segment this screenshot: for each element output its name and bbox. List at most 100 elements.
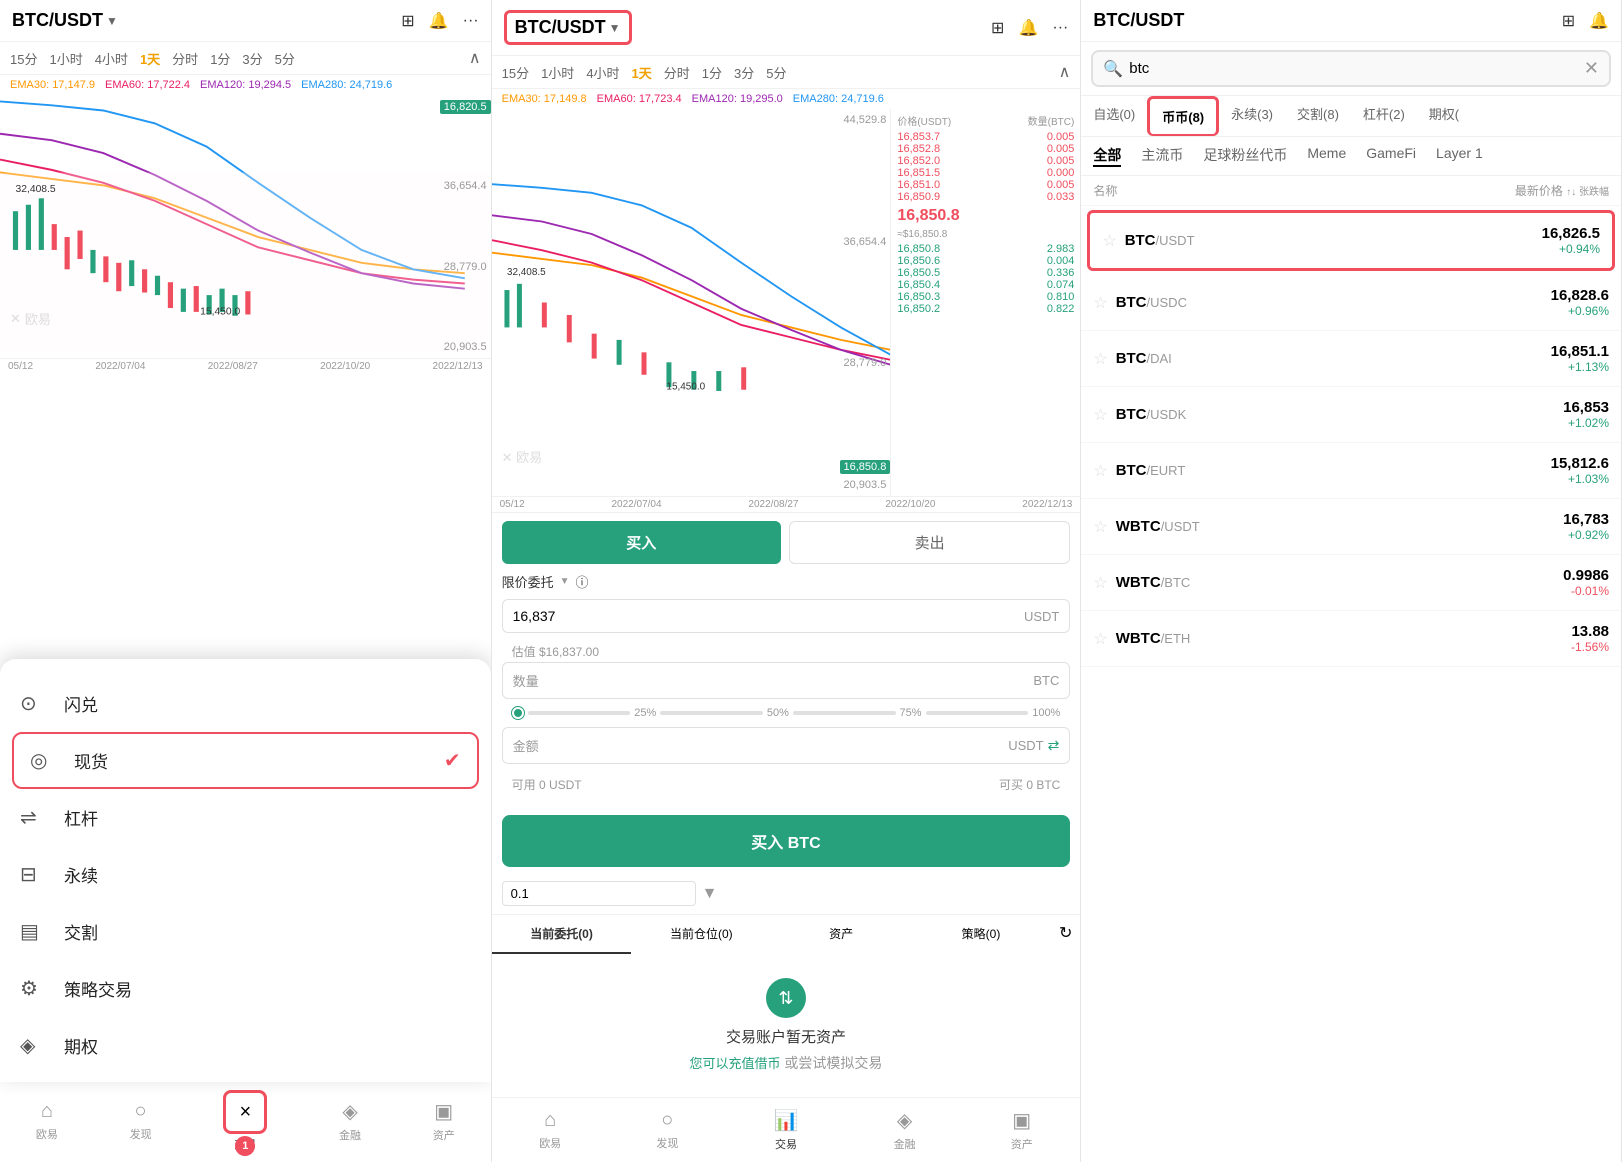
bell-icon[interactable]: 🔔 bbox=[429, 11, 449, 31]
tab-positions-2[interactable]: 当前仓位(0) bbox=[631, 915, 771, 954]
tf2-3m[interactable]: 3分 bbox=[734, 63, 754, 82]
progress-track-24[interactable] bbox=[926, 711, 1029, 715]
search-clear-btn-3[interactable]: ✕ bbox=[1584, 58, 1599, 79]
sub-layer1-3[interactable]: Layer 1 bbox=[1436, 145, 1483, 167]
tf2-expand-icon[interactable]: ∧ bbox=[1059, 62, 1071, 82]
sub-all-3[interactable]: 全部 bbox=[1093, 145, 1121, 167]
dropdown-item-delivery[interactable]: ▤ 交割 bbox=[0, 903, 491, 960]
nav-finance-2[interactable]: ◈ 金融 bbox=[894, 1108, 916, 1152]
candlestick-icon-3[interactable]: ⊞ bbox=[1562, 11, 1575, 31]
candlestick-icon[interactable]: ⊞ bbox=[401, 11, 414, 31]
refresh-icon-2[interactable]: ↻ bbox=[1051, 915, 1080, 954]
progress-dot-2[interactable] bbox=[512, 707, 524, 719]
dropdown-item-perpetual[interactable]: ⊟ 永续 bbox=[0, 846, 491, 903]
tf2-tick[interactable]: 分时 bbox=[664, 63, 690, 82]
tf2-5m[interactable]: 5分 bbox=[766, 63, 786, 82]
candlestick-icon-2[interactable]: ⊞ bbox=[991, 18, 1004, 38]
th-price-3[interactable]: 最新价格 bbox=[1515, 184, 1563, 198]
nav-home-2[interactable]: ⌂ 欧易 bbox=[539, 1109, 561, 1151]
more-icon[interactable]: ··· bbox=[463, 12, 479, 30]
dropdown-item-strategy[interactable]: ⚙ 策略交易 bbox=[0, 960, 491, 1017]
star-icon-5[interactable]: ☆ bbox=[1093, 517, 1107, 537]
coin-row-btc-usdc[interactable]: ☆ BTC/USDC 16,828.6 +0.96% bbox=[1081, 275, 1621, 331]
pair-selector-1[interactable]: BTC/USDT ▼ bbox=[12, 10, 118, 31]
pct-75[interactable]: 75% bbox=[900, 707, 922, 719]
coin-row-btc-eurt[interactable]: ☆ BTC/EURT 15,812.6 +1.03% bbox=[1081, 443, 1621, 499]
price-field-2[interactable] bbox=[513, 608, 1024, 624]
qty-field-2[interactable] bbox=[545, 673, 1034, 689]
tf-expand-icon[interactable]: ∧ bbox=[469, 48, 481, 68]
coin-row-wbtc-eth[interactable]: ☆ WBTC/ETH 13.88 -1.56% bbox=[1081, 611, 1621, 667]
tf2-4h[interactable]: 4小时 bbox=[586, 63, 619, 82]
tf-5m[interactable]: 5分 bbox=[275, 49, 295, 68]
star-icon-6[interactable]: ☆ bbox=[1093, 573, 1107, 593]
cat-perp-3[interactable]: 永续(3) bbox=[1219, 96, 1285, 136]
tf2-1m[interactable]: 1分 bbox=[702, 63, 722, 82]
nav-assets-2[interactable]: ▣ 资产 bbox=[1011, 1108, 1033, 1152]
dropdown-item-options[interactable]: ◈ 期权 bbox=[0, 1017, 491, 1074]
pct-100[interactable]: 100% bbox=[1032, 707, 1060, 719]
star-icon-3[interactable]: ☆ bbox=[1093, 405, 1107, 425]
cat-favorites-3[interactable]: 自选(0) bbox=[1081, 96, 1147, 136]
bell-icon-3[interactable]: 🔔 bbox=[1589, 11, 1609, 31]
price-input-2[interactable]: USDT bbox=[502, 599, 1071, 633]
star-icon-1[interactable]: ☆ bbox=[1093, 293, 1107, 313]
buy-button-2[interactable]: 买入 bbox=[502, 521, 781, 564]
pct-25[interactable]: 25% bbox=[634, 707, 656, 719]
progress-track-23[interactable] bbox=[793, 711, 896, 715]
tab-assets-2[interactable]: 资产 bbox=[771, 915, 911, 954]
coin-row-wbtc-usdt[interactable]: ☆ WBTC/USDT 16,783 +0.92% bbox=[1081, 499, 1621, 555]
nav-home-1[interactable]: ⌂ 欧易 bbox=[36, 1100, 58, 1142]
dropdown-item-flash[interactable]: ⊙ 闪兑 bbox=[0, 675, 491, 732]
tf-1m[interactable]: 1分 bbox=[210, 49, 230, 68]
order-type-label-2[interactable]: 限价委托 bbox=[502, 572, 554, 591]
star-icon-7[interactable]: ☆ bbox=[1093, 629, 1107, 649]
coin-row-btc-usdt[interactable]: ☆ BTC/USDT 16,826.5 +0.94% bbox=[1087, 210, 1615, 271]
sub-gamefi-3[interactable]: GameFi bbox=[1366, 145, 1416, 167]
star-icon-4[interactable]: ☆ bbox=[1093, 461, 1107, 481]
leverage-input-2[interactable] bbox=[502, 881, 696, 906]
nav-discover-1[interactable]: ○ 发现 bbox=[130, 1100, 152, 1142]
buy-main-btn-2[interactable]: 买入 BTC bbox=[502, 815, 1071, 867]
nav-trade-2[interactable]: 📊 交易 bbox=[774, 1108, 799, 1152]
tf-4h[interactable]: 4小时 bbox=[95, 49, 128, 68]
sub-meme-3[interactable]: Meme bbox=[1307, 145, 1346, 167]
amount-input-2[interactable]: 金额 USDT ⇄ bbox=[502, 727, 1071, 764]
star-icon-0[interactable]: ☆ bbox=[1102, 231, 1116, 251]
tf-tick[interactable]: 分时 bbox=[172, 49, 198, 68]
nav-finance-1[interactable]: ◈ 金融 bbox=[339, 1099, 361, 1143]
pct-50[interactable]: 50% bbox=[767, 707, 789, 719]
progress-track-2[interactable] bbox=[528, 711, 631, 715]
coin-row-btc-dai[interactable]: ☆ BTC/DAI 16,851.1 +1.13% bbox=[1081, 331, 1621, 387]
sort-icon-3[interactable]: ↑↓ 张跌幅 bbox=[1566, 187, 1609, 198]
tf-15m[interactable]: 15分 bbox=[10, 49, 37, 68]
recharge-link-2[interactable]: 您可以充值借币 bbox=[690, 1056, 781, 1071]
tab-orders-2[interactable]: 当前委托(0) bbox=[492, 915, 632, 954]
coin-row-wbtc-btc[interactable]: ☆ WBTC/BTC 0.9986 -0.01% bbox=[1081, 555, 1621, 611]
tf2-15m[interactable]: 15分 bbox=[502, 63, 529, 82]
tf2-1h[interactable]: 1小时 bbox=[541, 63, 574, 82]
nav-discover-2[interactable]: ○ 发现 bbox=[656, 1109, 678, 1151]
sub-football-3[interactable]: 足球粉丝代币 bbox=[1203, 145, 1287, 167]
tf2-1d[interactable]: 1天 bbox=[632, 63, 652, 82]
dropdown-item-leverage[interactable]: ⇌ 杠杆 bbox=[0, 789, 491, 846]
nav-trade-1[interactable]: × bbox=[223, 1090, 267, 1134]
tf-1d[interactable]: 1天 bbox=[140, 49, 160, 68]
cat-leverage-3[interactable]: 杠杆(2) bbox=[1351, 96, 1417, 136]
tf-1h[interactable]: 1小时 bbox=[49, 49, 82, 68]
cat-delivery-3[interactable]: 交割(8) bbox=[1285, 96, 1351, 136]
search-input-3[interactable] bbox=[1129, 60, 1578, 77]
progress-track-22[interactable] bbox=[660, 711, 763, 715]
bell-icon-2[interactable]: 🔔 bbox=[1018, 18, 1038, 38]
dropdown-item-spot[interactable]: ◎ 现货 ✔ bbox=[12, 732, 479, 789]
cat-options-3[interactable]: 期权( bbox=[1417, 96, 1471, 136]
sub-mainstream-3[interactable]: 主流币 bbox=[1141, 145, 1183, 167]
tab-strategy-2[interactable]: 策略(0) bbox=[911, 915, 1051, 954]
qty-input-2[interactable]: 数量 BTC bbox=[502, 662, 1071, 699]
cat-spot-3[interactable]: 币币(8) bbox=[1147, 96, 1219, 136]
more-icon-2[interactable]: ··· bbox=[1052, 19, 1068, 37]
pair-selector-2[interactable]: BTC/USDT ▼ bbox=[504, 10, 632, 45]
sell-button-2[interactable]: 卖出 bbox=[789, 521, 1070, 564]
star-icon-2[interactable]: ☆ bbox=[1093, 349, 1107, 369]
amount-field-2[interactable] bbox=[545, 738, 1009, 754]
